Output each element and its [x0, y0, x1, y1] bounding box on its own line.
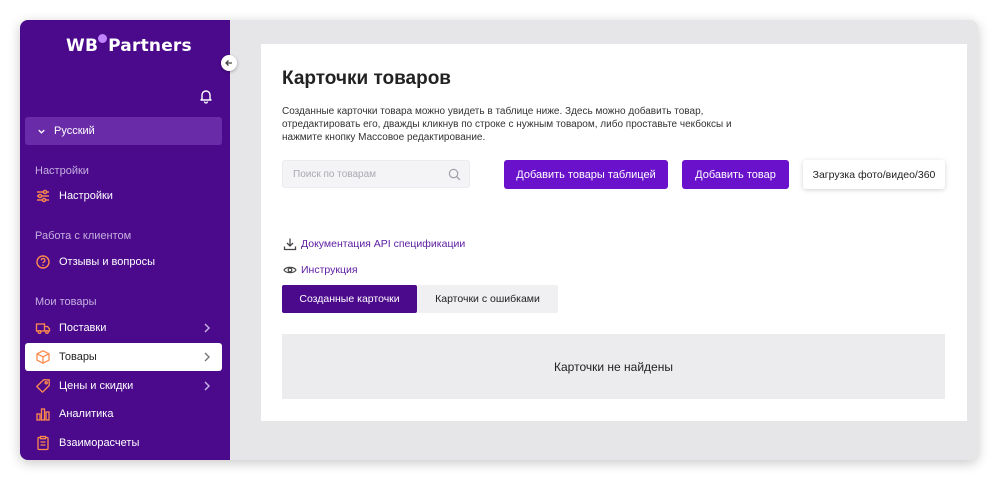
arrow-left-icon: [225, 60, 232, 66]
instruction-label: Инструкция: [301, 264, 358, 276]
sidebar-item-label: Цены и скидки: [59, 380, 134, 392]
sidebar-item-prices[interactable]: Цены и скидки: [25, 372, 222, 400]
api-docs-link[interactable]: Документация API спецификации: [283, 237, 465, 251]
search-icon[interactable]: [448, 168, 461, 181]
sidebar-item-label: Товары: [59, 351, 97, 363]
main-content: Карточки товаров Созданные карточки това…: [261, 44, 967, 421]
truck-icon: [35, 320, 51, 336]
tab-created-cards[interactable]: Созданные карточки: [282, 285, 417, 313]
sidebar-item-supplies[interactable]: Поставки: [25, 314, 222, 342]
sidebar: WB Partners Русский Настройки Настройки Р…: [20, 20, 230, 460]
sidebar-item-label: Настройки: [59, 190, 113, 202]
sidebar-item-analytics[interactable]: Аналитика: [25, 400, 222, 428]
instruction-link[interactable]: Инструкция: [283, 263, 358, 277]
sidebar-item-reviews[interactable]: Отзывы и вопросы: [25, 248, 222, 276]
chevron-right-icon: [202, 380, 212, 392]
search-input[interactable]: [291, 167, 445, 181]
tag-icon: [35, 378, 51, 394]
empty-state: Карточки не найдены: [282, 334, 945, 399]
tabs: Созданные карточки Карточки с ошибками: [282, 285, 558, 313]
sidebar-item-label: Взаиморасчеты: [59, 437, 140, 449]
wb-partners-logo[interactable]: WB Partners: [66, 34, 192, 56]
section-title-settings: Настройки: [35, 165, 89, 177]
add-products-table-button[interactable]: Добавить товары таблицей: [504, 160, 668, 189]
question-circle-icon: [35, 254, 51, 270]
sliders-icon: [35, 188, 51, 204]
box-icon: [35, 349, 51, 365]
logo-text-wb: WB: [66, 36, 99, 56]
sidebar-item-label: Аналитика: [59, 408, 114, 420]
chevron-right-icon: [202, 351, 212, 363]
tab-cards-with-errors[interactable]: Карточки с ошибками: [417, 285, 558, 313]
search-box[interactable]: [282, 160, 470, 188]
bar-chart-icon: [35, 406, 51, 422]
page-description: Созданные карточки товара можно увидеть …: [282, 106, 732, 143]
chevron-down-icon: [37, 127, 46, 136]
chevron-right-icon: [202, 322, 212, 334]
app-window: WB Partners Русский Настройки Настройки Р…: [20, 20, 978, 460]
sidebar-item-products[interactable]: Товары: [25, 343, 222, 371]
collapse-sidebar-button[interactable]: [221, 55, 237, 71]
bell-icon[interactable]: [198, 88, 214, 104]
language-label: Русский: [54, 125, 95, 137]
language-selector[interactable]: Русский: [25, 117, 222, 145]
download-icon: [283, 237, 297, 251]
sidebar-item-settlements[interactable]: Взаиморасчеты: [25, 429, 222, 457]
add-product-button[interactable]: Добавить товар: [682, 160, 789, 189]
section-title-my-products: Мои товары: [35, 296, 97, 308]
logo-text-partners: Partners: [108, 36, 192, 56]
logo-dot-icon: [98, 34, 108, 43]
eye-icon: [283, 263, 297, 277]
sidebar-item-settings[interactable]: Настройки: [25, 182, 222, 210]
upload-media-button[interactable]: Загрузка фото/видео/360: [803, 160, 945, 189]
section-title-customers: Работа с клиентом: [35, 230, 132, 242]
page-title: Карточки товаров: [282, 68, 451, 89]
api-docs-label: Документация API спецификации: [301, 238, 466, 250]
sidebar-item-label: Поставки: [59, 322, 107, 334]
empty-state-message: Карточки не найдены: [554, 359, 673, 374]
sidebar-item-label: Отзывы и вопросы: [59, 256, 155, 268]
clipboard-icon: [35, 435, 51, 451]
